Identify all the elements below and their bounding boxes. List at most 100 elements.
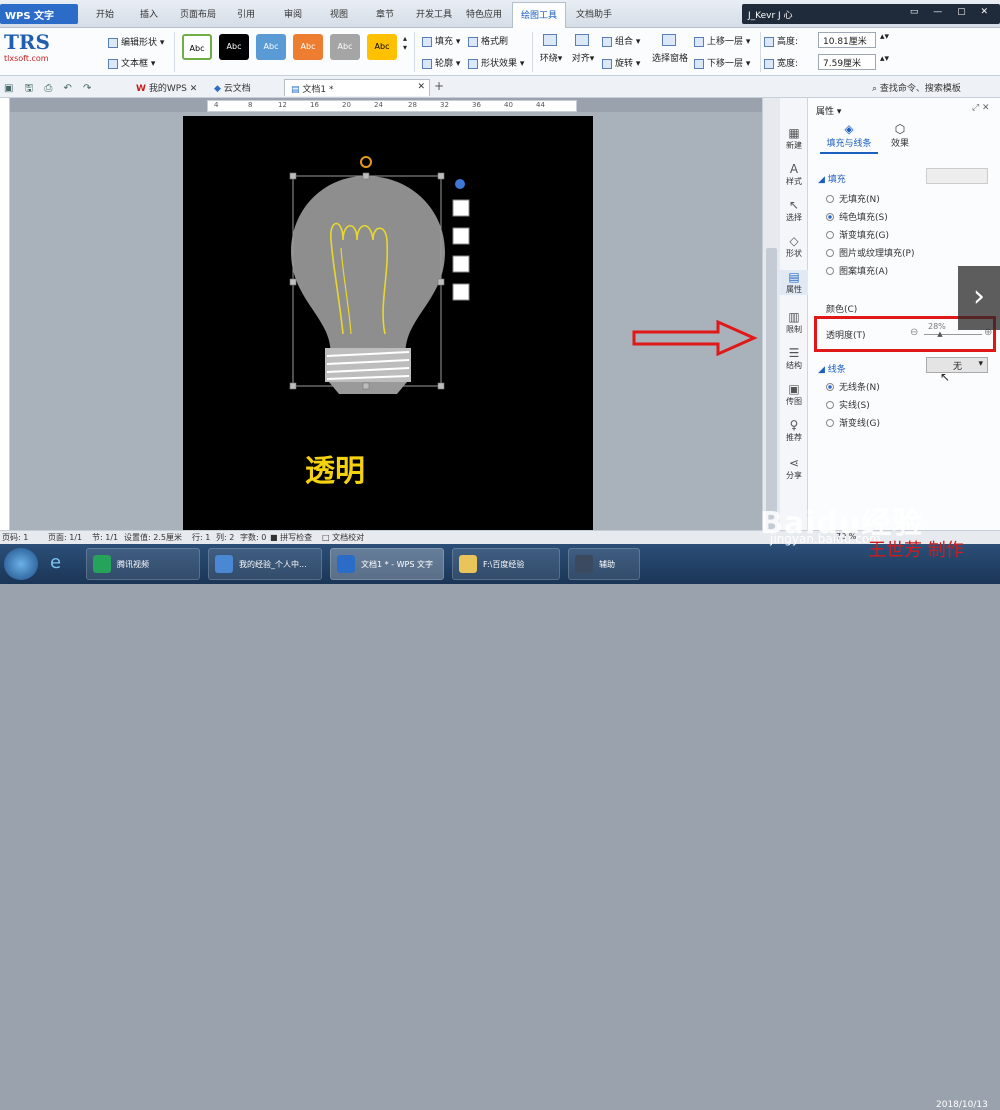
tab-my-wps[interactable]: W 我的WPS ✕ — [130, 79, 203, 96]
line-style-dropdown[interactable]: 无 ▾ — [926, 357, 988, 373]
tab-drawing-tools[interactable]: 绘图工具 — [512, 2, 567, 28]
tab-doc-assistant[interactable]: 文档助手 — [576, 7, 612, 20]
bring-forward-button[interactable]: 上移一层 ▾ — [694, 34, 750, 47]
panel-title: 属性 ▾ — [816, 107, 842, 117]
width-stepper[interactable]: ▴▾ — [880, 54, 889, 64]
sidenav-upload-image[interactable]: ▣ 传图 — [780, 382, 808, 407]
sidenav-new[interactable]: ▦ 新建 — [780, 126, 808, 151]
sidenav-recommend[interactable]: ♀ 推荐 — [780, 418, 808, 443]
tab-chapter[interactable]: 章节 — [376, 7, 394, 20]
tab-features[interactable]: 特色应用 — [466, 7, 502, 20]
taskbar-item-browser[interactable]: 我的经验_个人中... — [208, 548, 322, 580]
fill-section-header[interactable]: ◢ 填充 — [818, 172, 846, 185]
tab-page-layout[interactable]: 页面布局 — [180, 7, 216, 20]
fill-option-none[interactable]: 无填充(N) — [826, 192, 880, 205]
doc-proof-button[interactable]: □ 文档校对 — [322, 532, 364, 543]
height-icon — [764, 36, 774, 47]
fill-option-solid[interactable]: 纯色填充(S) — [826, 210, 888, 223]
taskbar-item-helper[interactable]: 辅助 — [568, 548, 640, 580]
status-page: 页码: 1 — [2, 533, 29, 542]
app-menu-button[interactable]: WPS 文字 — [0, 4, 78, 24]
rotate-button[interactable]: 旋转 ▾ — [602, 56, 640, 69]
tab-review[interactable]: 审阅 — [284, 7, 302, 20]
shape-effect-button[interactable]: 形状效果 ▾ — [468, 56, 524, 69]
outline-icon — [422, 58, 432, 69]
group-button[interactable]: 组合 ▾ — [602, 34, 640, 47]
ribbon-divider — [760, 32, 761, 72]
format-brush-button[interactable]: 格式刷 — [468, 34, 508, 47]
fill-color-preview — [926, 168, 988, 184]
sidenav-properties[interactable]: ▤ 属性 — [780, 270, 808, 295]
tab-cloud-docs[interactable]: ◆ 云文档 — [208, 79, 257, 96]
tab-effects[interactable]: ⬡ 效果 — [880, 122, 920, 149]
shape-style-6[interactable]: Abc — [367, 34, 397, 60]
tab-view[interactable]: 视图 — [330, 7, 348, 20]
send-backward-button[interactable]: 下移一层 ▾ — [694, 56, 750, 69]
fill-option-gradient[interactable]: 渐变填充(G) — [826, 228, 889, 241]
baidu-watermark-url: jingyan.baidu.com — [770, 532, 881, 546]
sidenav-styles[interactable]: A 样式 — [780, 162, 808, 187]
taskbar-item-video[interactable]: 腾讯视频 — [86, 548, 200, 580]
text-box-button[interactable]: 文本框 ▾ — [108, 56, 155, 69]
start-button[interactable] — [4, 548, 38, 580]
radio-icon — [826, 195, 834, 203]
width-input[interactable]: 7.59厘米 — [818, 54, 876, 70]
window-controls[interactable]: ▭ — ▢ ✕ — [910, 7, 994, 17]
vertical-scrollbar[interactable] — [762, 98, 780, 548]
selection-pane-button[interactable]: 选择窗格 — [650, 34, 690, 64]
taskbar-item-wps[interactable]: 文档1 * - WPS 文字 — [330, 548, 444, 580]
height-stepper[interactable]: ▴▾ — [880, 32, 889, 42]
tab-references[interactable]: 引用 — [237, 7, 255, 20]
spell-check-button[interactable]: ■ 拼写检查 — [270, 532, 312, 543]
tab-start[interactable]: 开始 — [96, 7, 114, 20]
quick-access-toolbar[interactable]: ▣ 🖫 ⎙ ↶ ↷ — [4, 81, 95, 98]
tab-fill-and-line[interactable]: ◈ 填充与线条 — [820, 122, 878, 154]
fill-option-pattern[interactable]: 图案填充(A) — [826, 264, 888, 277]
shape-style-1[interactable]: Abc — [182, 34, 212, 60]
shape-style-3[interactable]: Abc — [256, 34, 286, 60]
author-signature: 王世芳 制作 — [868, 540, 964, 561]
share-icon: ⋖ — [788, 456, 800, 470]
wrap-button[interactable]: 环绕▾ — [538, 34, 564, 64]
line-section-header[interactable]: ◢ 线条 — [818, 362, 846, 375]
ruler-tick: 24 — [374, 101, 383, 109]
sidenav-shapes[interactable]: ◇ 形状 — [780, 234, 808, 259]
new-tab-button[interactable]: + — [434, 79, 444, 93]
sidenav-select[interactable]: ↖ 选择 — [780, 198, 808, 223]
tab-developer[interactable]: 开发工具 — [416, 7, 452, 20]
tab-insert[interactable]: 插入 — [140, 7, 158, 20]
document-page[interactable]: 透明 — [183, 116, 593, 530]
ie-icon[interactable]: e — [50, 552, 61, 573]
styles-icon: A — [789, 162, 799, 176]
align-button[interactable]: 对齐▾ — [570, 34, 596, 64]
edit-shape-button[interactable]: 编辑形状 ▾ — [108, 35, 164, 48]
width-icon — [764, 58, 774, 69]
radio-icon — [826, 231, 834, 239]
line-option-solid[interactable]: 实线(S) — [826, 398, 870, 411]
sidenav-structure[interactable]: ☰ 结构 — [780, 346, 808, 371]
next-slide-button[interactable]: › — [958, 266, 1000, 330]
panel-close-button[interactable]: ⤢ ✕ — [972, 103, 990, 113]
user-name[interactable]: J_Kevr J 心 — [748, 11, 793, 21]
sidenav-share[interactable]: ⋖ 分享 — [780, 456, 808, 481]
shape-style-5[interactable]: Abc — [330, 34, 360, 60]
command-search[interactable]: ⌕ 查找命令、搜索模板 — [872, 81, 961, 94]
height-input[interactable]: 10.81厘米 — [818, 32, 876, 48]
shape-style-4[interactable]: Abc — [293, 34, 323, 60]
light-bulb-shape[interactable] — [183, 116, 593, 530]
mouse-cursor-icon: ↖ — [940, 370, 951, 384]
sidenav-restrict[interactable]: ▥ 限制 — [780, 310, 808, 335]
outline-button[interactable]: 轮廓 ▾ — [422, 56, 460, 69]
line-option-none[interactable]: 无线条(N) — [826, 380, 880, 393]
radio-selected-icon — [826, 383, 834, 391]
shapes-icon: ◇ — [789, 234, 799, 248]
fill-option-picture[interactable]: 图片或纹理填充(P) — [826, 246, 914, 259]
taskbar-item-folder[interactable]: F:\百度经验 — [452, 548, 560, 580]
line-option-gradient[interactable]: 渐变线(G) — [826, 416, 880, 429]
fill-button[interactable]: 填充 ▾ — [422, 34, 460, 47]
user-account-area[interactable]: J_Kevr J 心 ▭ — ▢ ✕ — [742, 4, 1000, 24]
taskbar-clock-date[interactable]: 2018/10/13 — [936, 1100, 988, 1110]
styles-scroll[interactable]: ▴ ▾ — [403, 34, 407, 52]
shape-style-2[interactable]: Abc — [219, 34, 249, 60]
tab-document-1[interactable]: ▤ 文档1 * ✕ — [284, 79, 430, 96]
